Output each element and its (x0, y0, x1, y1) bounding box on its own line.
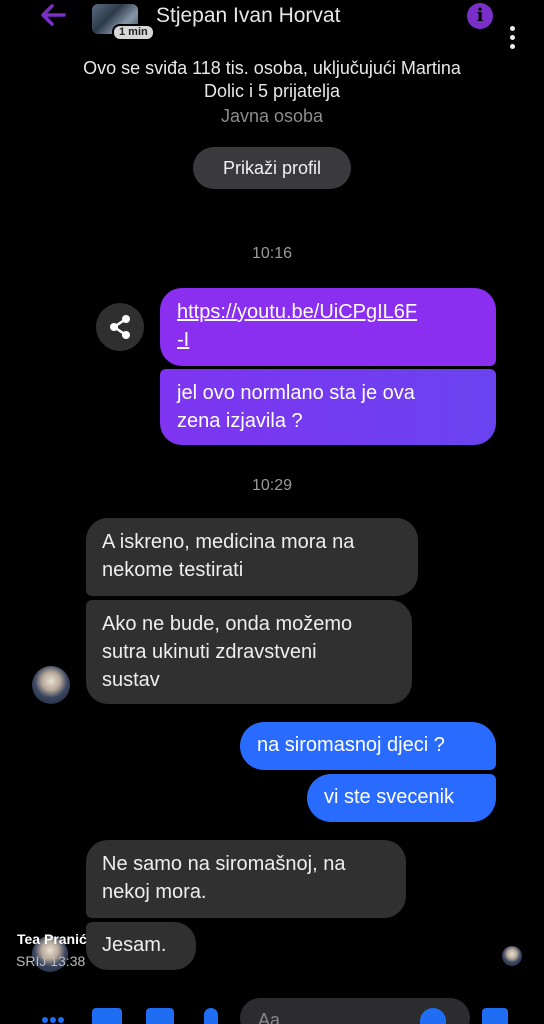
chat-header: 1 min Stjepan Ivan Horvat i (0, 0, 544, 49)
outgoing-message[interactable]: jel ovo normlano sta je ova zena izjavil… (160, 369, 496, 445)
page-category: Javna osoba (220, 106, 324, 126)
microphone-icon[interactable] (204, 1008, 218, 1024)
outgoing-message[interactable]: vi ste svecenik (307, 774, 496, 822)
active-time-badge: 1 min (112, 24, 155, 41)
incoming-message[interactable]: A iskreno, medicina mora na nekome testi… (86, 518, 418, 596)
poster-name: Tea Pranić (17, 931, 87, 947)
contact-name[interactable]: Stjepan Ivan Horvat (156, 4, 340, 28)
incoming-message[interactable]: Jesam. (86, 922, 196, 970)
view-profile-button[interactable]: Prikaži profil (193, 147, 351, 189)
timestamp: 10:29 (251, 477, 293, 494)
page-likes-info: Ovo se sviđa 118 tis. osoba, uključujući… (83, 58, 461, 101)
info-icon[interactable]: i (467, 3, 493, 29)
gallery-icon[interactable] (146, 1008, 174, 1024)
sender-avatar[interactable] (32, 666, 70, 704)
post-time: SRIJ 13:38 (16, 953, 86, 969)
camera-icon[interactable] (92, 1008, 122, 1024)
incoming-message[interactable]: Ne samo na siromašnoj, na nekoj mora. (86, 840, 406, 918)
incoming-message[interactable]: Ako ne bude, onda možemo sutra ukinuti z… (86, 600, 412, 704)
more-actions-icon[interactable] (40, 1008, 66, 1024)
outgoing-message[interactable]: na siromasnoj djeci ? (240, 722, 496, 770)
composer-bar: Aa (0, 994, 544, 1024)
back-arrow-icon[interactable] (38, 2, 68, 28)
more-options-icon[interactable] (508, 26, 516, 52)
share-icon[interactable] (96, 303, 144, 351)
outgoing-link-message[interactable]: https://youtu.be/UiCPgIL6F -I (160, 288, 496, 366)
seen-receipt-avatar (502, 946, 522, 966)
timestamp: 10:16 (251, 245, 293, 262)
like-icon[interactable] (482, 1008, 508, 1024)
